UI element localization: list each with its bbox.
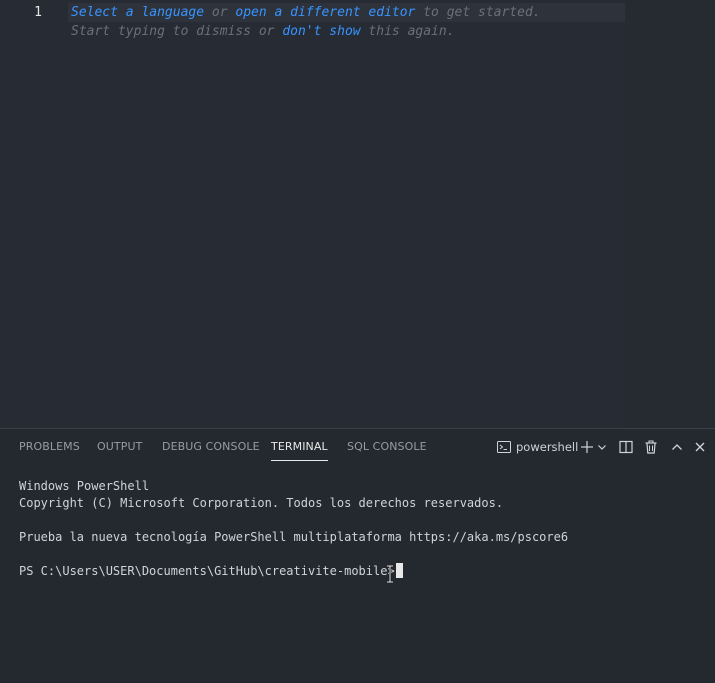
- hint-text: to get started.: [415, 5, 541, 20]
- terminal-line: Copyright (C) Microsoft Corporation. Tod…: [19, 496, 504, 510]
- editor-area[interactable]: 1 Select a language or open a different …: [0, 0, 715, 428]
- editor-hint-line-2: Start typing to dismiss or don't show th…: [71, 22, 455, 41]
- tab-terminal[interactable]: TERMINAL: [271, 429, 328, 465]
- select-language-link[interactable]: Select a language: [71, 5, 204, 20]
- split-icon: [618, 439, 634, 455]
- maximize-panel-button[interactable]: [668, 438, 686, 456]
- terminal-line: Windows PowerShell: [19, 479, 150, 493]
- new-terminal-button[interactable]: [578, 438, 596, 456]
- terminal-output[interactable]: Windows PowerShell Copyright (C) Microso…: [19, 478, 709, 580]
- panel-tab-bar: PROBLEMS OUTPUT DEBUG CONSOLE TERMINAL S…: [0, 429, 480, 465]
- editor-hint-line-1: Select a language or open a different ed…: [71, 3, 541, 22]
- text-cursor-icon: [387, 565, 393, 583]
- tab-problems[interactable]: PROBLEMS: [19, 429, 80, 465]
- close-panel-button[interactable]: [691, 438, 709, 456]
- kill-terminal-button[interactable]: [642, 438, 660, 456]
- chevron-down-icon: [596, 441, 608, 453]
- line-number: 1: [34, 5, 42, 20]
- tab-output[interactable]: OUTPUT: [97, 429, 142, 465]
- terminal-cursor: [395, 563, 403, 578]
- tab-sql-console[interactable]: SQL CONSOLE: [347, 429, 427, 465]
- editor-minimap-area: [625, 0, 715, 428]
- dont-show-again-link[interactable]: don't show: [282, 24, 360, 39]
- split-terminal-button[interactable]: [617, 438, 635, 456]
- terminal-selector[interactable]: powershell: [496, 438, 578, 456]
- terminal-line: Prueba la nueva tecnología PowerShell mu…: [19, 530, 569, 544]
- hint-text: this again.: [360, 24, 455, 39]
- bottom-panel: PROBLEMS OUTPUT DEBUG CONSOLE TERMINAL S…: [0, 428, 715, 683]
- open-different-editor-link[interactable]: open a different editor: [235, 5, 415, 20]
- terminal-prompt-line[interactable]: PS C:\Users\USER\Documents\GitHub\creati…: [19, 563, 709, 580]
- trash-icon: [643, 439, 659, 455]
- tab-debug-console[interactable]: DEBUG CONSOLE: [162, 429, 260, 465]
- hint-text: or: [204, 5, 236, 20]
- chevron-up-icon: [670, 440, 684, 454]
- terminal-prompt: PS C:\Users\USER\Documents\GitHub\creati…: [19, 564, 395, 578]
- close-icon: [693, 440, 707, 454]
- terminal-selector-label: powershell: [516, 440, 579, 454]
- plus-icon: [579, 439, 595, 455]
- hint-text: Start typing to dismiss or: [71, 24, 283, 39]
- terminal-dropdown-button[interactable]: [595, 438, 609, 456]
- terminal-icon: [496, 439, 512, 455]
